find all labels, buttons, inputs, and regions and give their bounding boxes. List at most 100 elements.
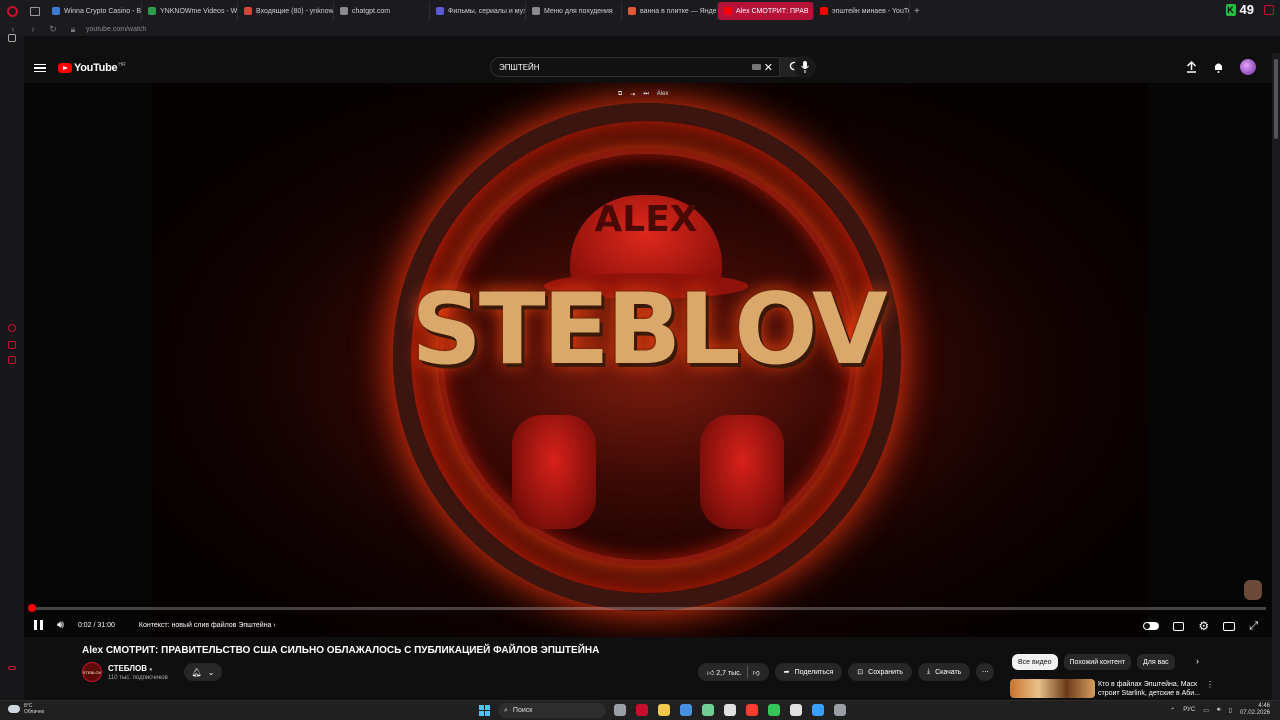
snapshot-icon[interactable]: ⇥ xyxy=(630,91,635,98)
fullscreen-icon[interactable]: ⤢ xyxy=(1249,620,1258,633)
recommendation-thumbnail[interactable] xyxy=(1010,679,1095,698)
clock-time: 4:46 xyxy=(1258,703,1270,709)
browser-tab[interactable]: Входящие (80) - ynknow xyxy=(238,2,334,20)
youtube-region-code: HR xyxy=(118,62,126,68)
browser-tab[interactable]: Winna Crypto Casino - Be xyxy=(46,2,142,20)
video-title: Alex СМОТРИТ: ПРАВИТЕЛЬСТВО США СИЛЬНО О… xyxy=(82,645,600,656)
progress-scrubber[interactable] xyxy=(28,604,36,612)
chips-next-chevron-icon[interactable]: › xyxy=(1196,656,1199,666)
voice-search-button[interactable] xyxy=(794,56,816,78)
progress-bar[interactable] xyxy=(28,604,1266,612)
browser-tab-bar: Winna Crypto Casino - Be YNKNOWme Videos … xyxy=(0,0,1280,22)
next-icon[interactable]: ⏭ xyxy=(643,91,648,98)
browser-tab[interactable]: Alex СМОТРИТ: ПРАВ xyxy=(718,2,814,20)
page-scrollbar[interactable] xyxy=(1272,53,1280,700)
taskbar-app-icon[interactable] xyxy=(790,704,802,716)
download-button[interactable]: ⤓ Скачать xyxy=(917,663,971,681)
clear-search-icon[interactable]: ✕ xyxy=(764,61,773,74)
save-button[interactable]: ⊡ Сохранить xyxy=(848,663,912,681)
browser-tab[interactable]: ванна в плитке — Яндекс xyxy=(622,2,718,20)
browser-tab[interactable]: эпштейн минаев - YouTub xyxy=(814,2,910,20)
youtube-logo[interactable]: YouTube HR xyxy=(58,62,126,74)
filter-chip[interactable]: Для вас xyxy=(1137,654,1175,670)
dislike-button[interactable]: 👎︎ xyxy=(753,668,760,677)
recommendation-menu-icon[interactable]: ⋮ xyxy=(1206,680,1214,689)
pause-icon[interactable] xyxy=(34,620,43,630)
taskbar-app-icon[interactable] xyxy=(658,704,670,716)
language-indicator[interactable]: РУС xyxy=(1183,707,1195,713)
taskbar-app-icon[interactable] xyxy=(724,704,736,716)
taskbar-app-icon[interactable] xyxy=(702,704,714,716)
menu-icon[interactable] xyxy=(34,63,46,73)
chapter-label[interactable]: Контекст: новый слив файлов Эпштейна › xyxy=(139,622,276,629)
url-field[interactable]: youtube.com/watch xyxy=(86,26,146,33)
taskbar-search[interactable]: ⌕ Поиск xyxy=(498,703,606,718)
messenger-icon[interactable] xyxy=(8,356,16,364)
subtitles-icon[interactable] xyxy=(1173,621,1185,631)
tray-chevron-icon[interactable]: ⌃ xyxy=(1170,707,1175,714)
cap-text: ALEX xyxy=(594,199,698,240)
tab-strip: Winna Crypto Casino - Be YNKNOWme Videos … xyxy=(46,2,910,20)
windows-start-icon[interactable] xyxy=(479,705,490,716)
window-control-icon[interactable] xyxy=(1264,4,1274,15)
browser-tab[interactable]: Меню для похудения xyxy=(526,2,622,20)
taskbar-app-icon[interactable] xyxy=(768,704,780,716)
battery-icon[interactable]: ▯ xyxy=(1229,707,1232,714)
weather-condition: Облачно xyxy=(24,709,45,715)
taskbar-app-icon[interactable] xyxy=(680,704,692,716)
sidebar-more-icon[interactable] xyxy=(8,666,16,670)
channel-name-link[interactable]: СТЕБЛОВ ● xyxy=(108,664,153,673)
popout-icon[interactable]: ⧉ xyxy=(618,91,622,98)
taskbar-app-icon[interactable] xyxy=(746,704,758,716)
channel-avatar[interactable]: STEBLOV xyxy=(82,662,102,682)
taskbar-app-icon[interactable] xyxy=(834,704,846,716)
create-upload-icon[interactable] xyxy=(1186,61,1197,73)
filter-chip[interactable]: Похожий контент xyxy=(1063,654,1132,670)
reload-icon[interactable]: ↻ xyxy=(46,24,60,35)
keyboard-icon[interactable] xyxy=(752,64,761,70)
browser-tab[interactable]: Фильмы, сериалы и муз xyxy=(430,2,526,20)
tab-overview-icon[interactable] xyxy=(30,6,40,16)
back-arrow-icon[interactable]: ‹ xyxy=(6,24,20,34)
new-tab-button[interactable]: + xyxy=(914,6,920,17)
video-player[interactable]: ALEX STEBLOV ⧉ ⇥ ⏭ Alex 🔊︎ 0:02 / 31:00 … xyxy=(24,83,1272,637)
k-extension-icon[interactable]: K xyxy=(1225,3,1236,16)
history-icon[interactable] xyxy=(8,324,16,332)
scrollbar-thumb[interactable] xyxy=(1274,59,1278,139)
taskbar-clock[interactable]: 4:46 07.02.2026 xyxy=(1240,703,1270,717)
browser-logo-icon[interactable] xyxy=(0,0,24,22)
recommendation-title[interactable]: Кто в файлах Эпштейна, Маск строит Starl… xyxy=(1098,680,1202,698)
bookmark-icon[interactable] xyxy=(8,34,16,42)
volume-icon[interactable]: 🔊︎ xyxy=(57,619,64,632)
taskbar-app-icon[interactable] xyxy=(812,704,824,716)
video-overlay-label: Alex xyxy=(656,91,669,97)
like-button[interactable]: 👍︎ 2,7 тыс. xyxy=(707,668,742,677)
autoplay-toggle[interactable] xyxy=(1143,622,1160,630)
taskbar-app-icon[interactable] xyxy=(636,704,648,716)
player-controls: 🔊︎ 0:02 / 31:00 Контекст: новый слив фай… xyxy=(24,613,1272,637)
account-avatar[interactable] xyxy=(1240,59,1256,75)
theater-mode-icon[interactable] xyxy=(1223,621,1236,631)
corner-avatar xyxy=(1244,580,1262,600)
browser-tab[interactable]: chatgpt.com xyxy=(334,2,430,20)
forward-arrow-icon[interactable]: › xyxy=(26,24,40,34)
taskbar-app-icon[interactable] xyxy=(614,704,626,716)
channel-avatar-text: STEBLOV xyxy=(82,669,102,675)
settings-gear-icon[interactable]: ⚙︎ xyxy=(1198,619,1209,633)
browser-tab[interactable]: YNKNOWme Videos - We xyxy=(142,2,238,20)
share-button[interactable]: ➦ Поделиться xyxy=(774,663,843,681)
notifications-bell-icon[interactable] xyxy=(1213,61,1224,73)
speaker-icon[interactable]: 🔊︎ xyxy=(1217,707,1221,714)
tab-label: chatgpt.com xyxy=(352,7,391,15)
weather-widget[interactable]: 8°C Облачно xyxy=(8,703,44,715)
address-bar: ‹ › ↻ 🔒︎ youtube.com/watch xyxy=(0,22,1280,36)
recommendation-chips: Все видео Похожий контент Для вас xyxy=(1012,654,1175,670)
search-input[interactable]: ЭПШТЕЙН ✕ xyxy=(490,57,780,77)
filter-chip[interactable]: Все видео xyxy=(1012,654,1058,670)
network-icon[interactable]: ▭ xyxy=(1203,707,1209,714)
more-actions-button[interactable]: ⋯ xyxy=(976,663,995,681)
pinboard-icon[interactable] xyxy=(8,341,16,349)
subscription-bell-button[interactable]: 🔔︎ ⌄ xyxy=(184,663,222,681)
taskbar-apps xyxy=(614,704,846,716)
thumbs-up-icon: 👍︎ xyxy=(707,669,715,677)
